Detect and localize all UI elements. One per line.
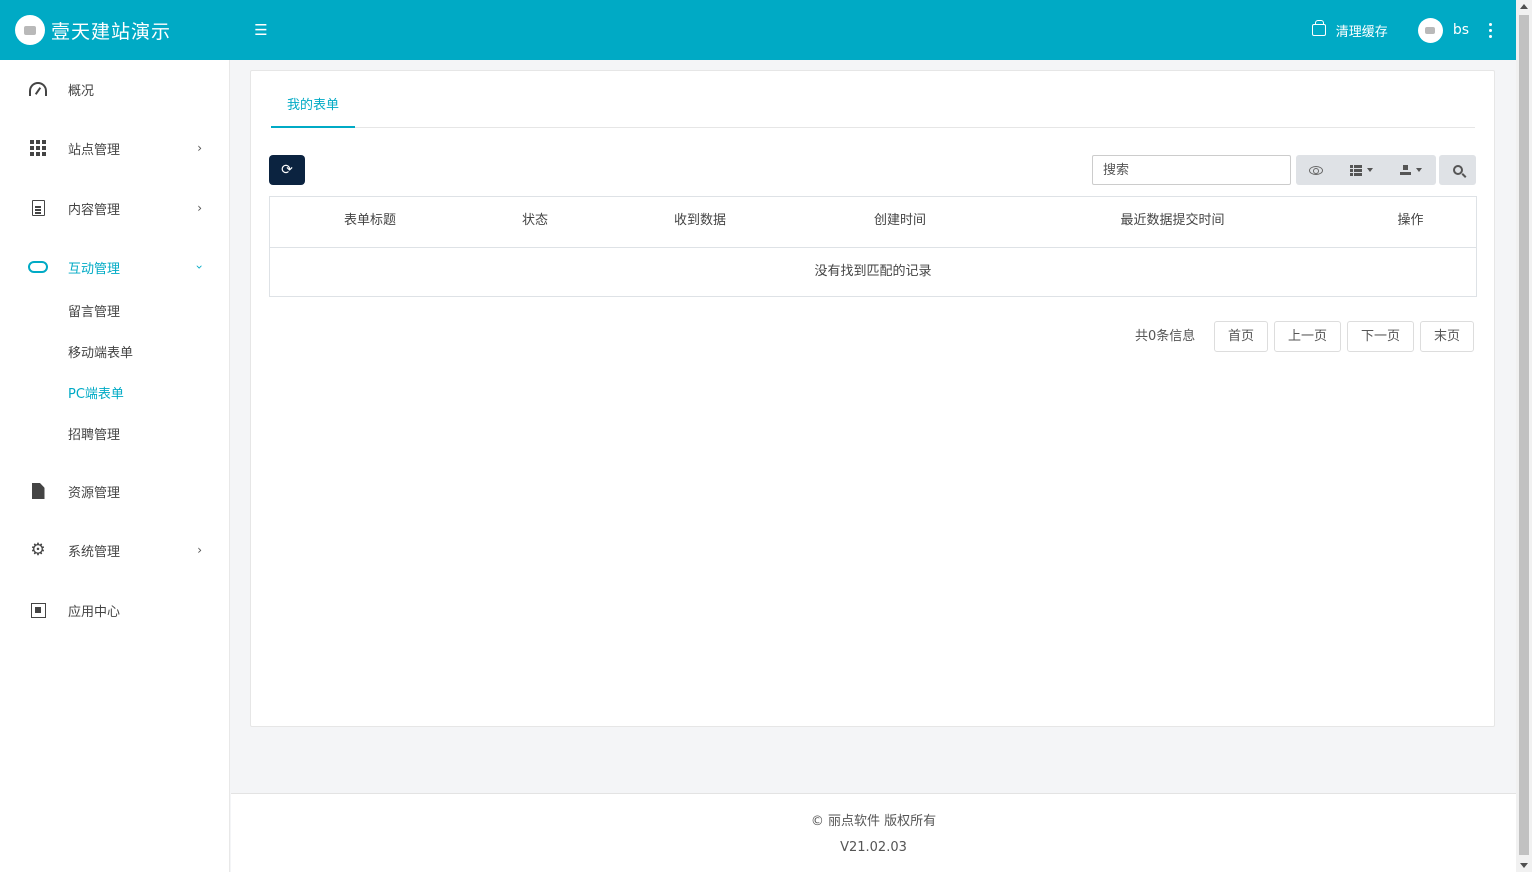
- grid-icon: [28, 138, 48, 158]
- top-header: 壹天建站演示 ☰ 清理缓存 bs: [0, 0, 1516, 60]
- chevron-right-icon: ›: [197, 201, 202, 215]
- brand-title: 壹天建站演示: [51, 20, 172, 43]
- tab-bar: 我的表单: [271, 91, 1475, 128]
- tab-my-forms[interactable]: 我的表单: [271, 91, 356, 128]
- sidebar-item-content-management[interactable]: 内容管理 ›: [0, 188, 230, 228]
- eye-icon: [1309, 165, 1323, 175]
- prev-page-button[interactable]: 上一页: [1274, 321, 1341, 352]
- hamburger-menu-icon: ☰: [254, 21, 268, 39]
- sidebar-item-label: 互动管理: [68, 261, 121, 277]
- caret-down-icon: [1366, 168, 1373, 172]
- scroll-down-icon[interactable]: [1520, 863, 1528, 868]
- search-icon: [1452, 165, 1463, 175]
- chevron-right-icon: ›: [197, 141, 202, 155]
- footer-copyright: © 丽点软件 版权所有: [810, 814, 937, 829]
- sidebar-subitem-mobile-forms[interactable]: 移动端表单: [68, 344, 133, 364]
- user-menu[interactable]: bs: [1417, 17, 1469, 43]
- search-button[interactable]: [1439, 155, 1476, 185]
- caret-down-icon: [1416, 168, 1422, 172]
- sidebar-toggle-button[interactable]: ☰: [246, 15, 276, 45]
- cube-icon: [28, 600, 48, 620]
- sidebar-item-label: 站点管理: [68, 142, 121, 158]
- more-vertical-icon[interactable]: [1485, 19, 1496, 42]
- pagination-info: 共0条信息: [1135, 329, 1196, 344]
- document-icon: [28, 198, 48, 218]
- refresh-icon: ⟳: [281, 162, 293, 178]
- scroll-up-icon[interactable]: [1520, 4, 1528, 9]
- columns-dropdown-button[interactable]: [1336, 155, 1386, 185]
- sidebar-item-resource-management[interactable]: 资源管理: [0, 471, 230, 511]
- sidebar-item-overview[interactable]: 概况: [0, 69, 230, 109]
- sidebar: 概况 站点管理 › 内容管理 › 互动管理 › 留言管理 移动端表单 PC端表单…: [0, 60, 230, 872]
- clear-cache-button[interactable]: 清理缓存: [1311, 20, 1388, 40]
- download-icon: [1400, 165, 1411, 175]
- sidebar-item-interaction-management[interactable]: 互动管理 ›: [0, 247, 230, 287]
- footer-version: V21.02.03: [840, 840, 907, 855]
- main-card: 我的表单 ⟳ 表单标题 状态 收到数据 创建时间 最近数据提交时间 操作 没有找…: [250, 70, 1495, 727]
- refresh-button[interactable]: ⟳: [269, 155, 305, 185]
- sidebar-item-label: 应用中心: [68, 604, 121, 620]
- empty-table-message: 没有找到匹配的记录: [814, 264, 932, 279]
- dashboard-gauge-icon: [28, 79, 48, 99]
- avatar: [1417, 17, 1443, 43]
- column-header-actions: 操作: [1397, 213, 1424, 228]
- column-header-title[interactable]: 表单标题: [270, 197, 470, 248]
- sidebar-item-label: 资源管理: [68, 485, 121, 501]
- basket-icon: [1311, 20, 1326, 36]
- chevron-right-icon: ›: [197, 543, 202, 557]
- sidebar-item-site-management[interactable]: 站点管理 ›: [0, 128, 230, 168]
- handshake-icon: [28, 257, 48, 277]
- user-name: bs: [1452, 22, 1469, 38]
- footer: © 丽点软件 版权所有 V21.02.03: [231, 793, 1516, 872]
- scrollbar-thumb[interactable]: [1519, 15, 1529, 855]
- search-input[interactable]: [1092, 155, 1291, 185]
- file-icon: [28, 481, 48, 501]
- next-page-button[interactable]: 下一页: [1347, 321, 1414, 352]
- table-header: 表单标题 状态 收到数据 创建时间 最近数据提交时间 操作: [270, 197, 1476, 248]
- sidebar-item-label: 概况: [68, 83, 95, 99]
- brand-logo-icon: [15, 15, 45, 45]
- list-icon: [1349, 164, 1362, 176]
- table-toolbar-group: [1296, 155, 1436, 185]
- sidebar-item-label: 系统管理: [68, 544, 121, 560]
- sidebar-subitem-messages[interactable]: 留言管理: [68, 303, 120, 323]
- last-page-button[interactable]: 末页: [1420, 321, 1474, 352]
- column-header-last-submit[interactable]: 最近数据提交时间: [1000, 197, 1345, 248]
- forms-table: 表单标题 状态 收到数据 创建时间 最近数据提交时间 操作 没有找到匹配的记录: [269, 196, 1477, 297]
- export-dropdown-button[interactable]: [1386, 155, 1436, 185]
- sidebar-item-system-management[interactable]: ⚙ 系统管理 ›: [0, 530, 230, 570]
- sidebar-item-app-center[interactable]: 应用中心: [0, 590, 230, 630]
- column-header-status[interactable]: 状态: [470, 197, 600, 248]
- clear-cache-label: 清理缓存: [1335, 24, 1388, 40]
- page-scrollbar[interactable]: [1516, 0, 1532, 872]
- column-header-received[interactable]: 收到数据: [600, 197, 800, 248]
- column-header-created[interactable]: 创建时间: [800, 197, 1000, 248]
- chevron-down-icon: ›: [192, 264, 207, 270]
- sidebar-subitem-recruitment[interactable]: 招聘管理: [68, 426, 120, 446]
- gear-icon: ⚙: [30, 540, 46, 560]
- sidebar-subitem-pc-forms[interactable]: PC端表单: [68, 385, 124, 405]
- brand[interactable]: 壹天建站演示: [0, 0, 230, 60]
- toggle-view-button[interactable]: [1296, 155, 1336, 185]
- first-page-button[interactable]: 首页: [1214, 321, 1268, 352]
- sidebar-item-label: 内容管理: [68, 202, 121, 218]
